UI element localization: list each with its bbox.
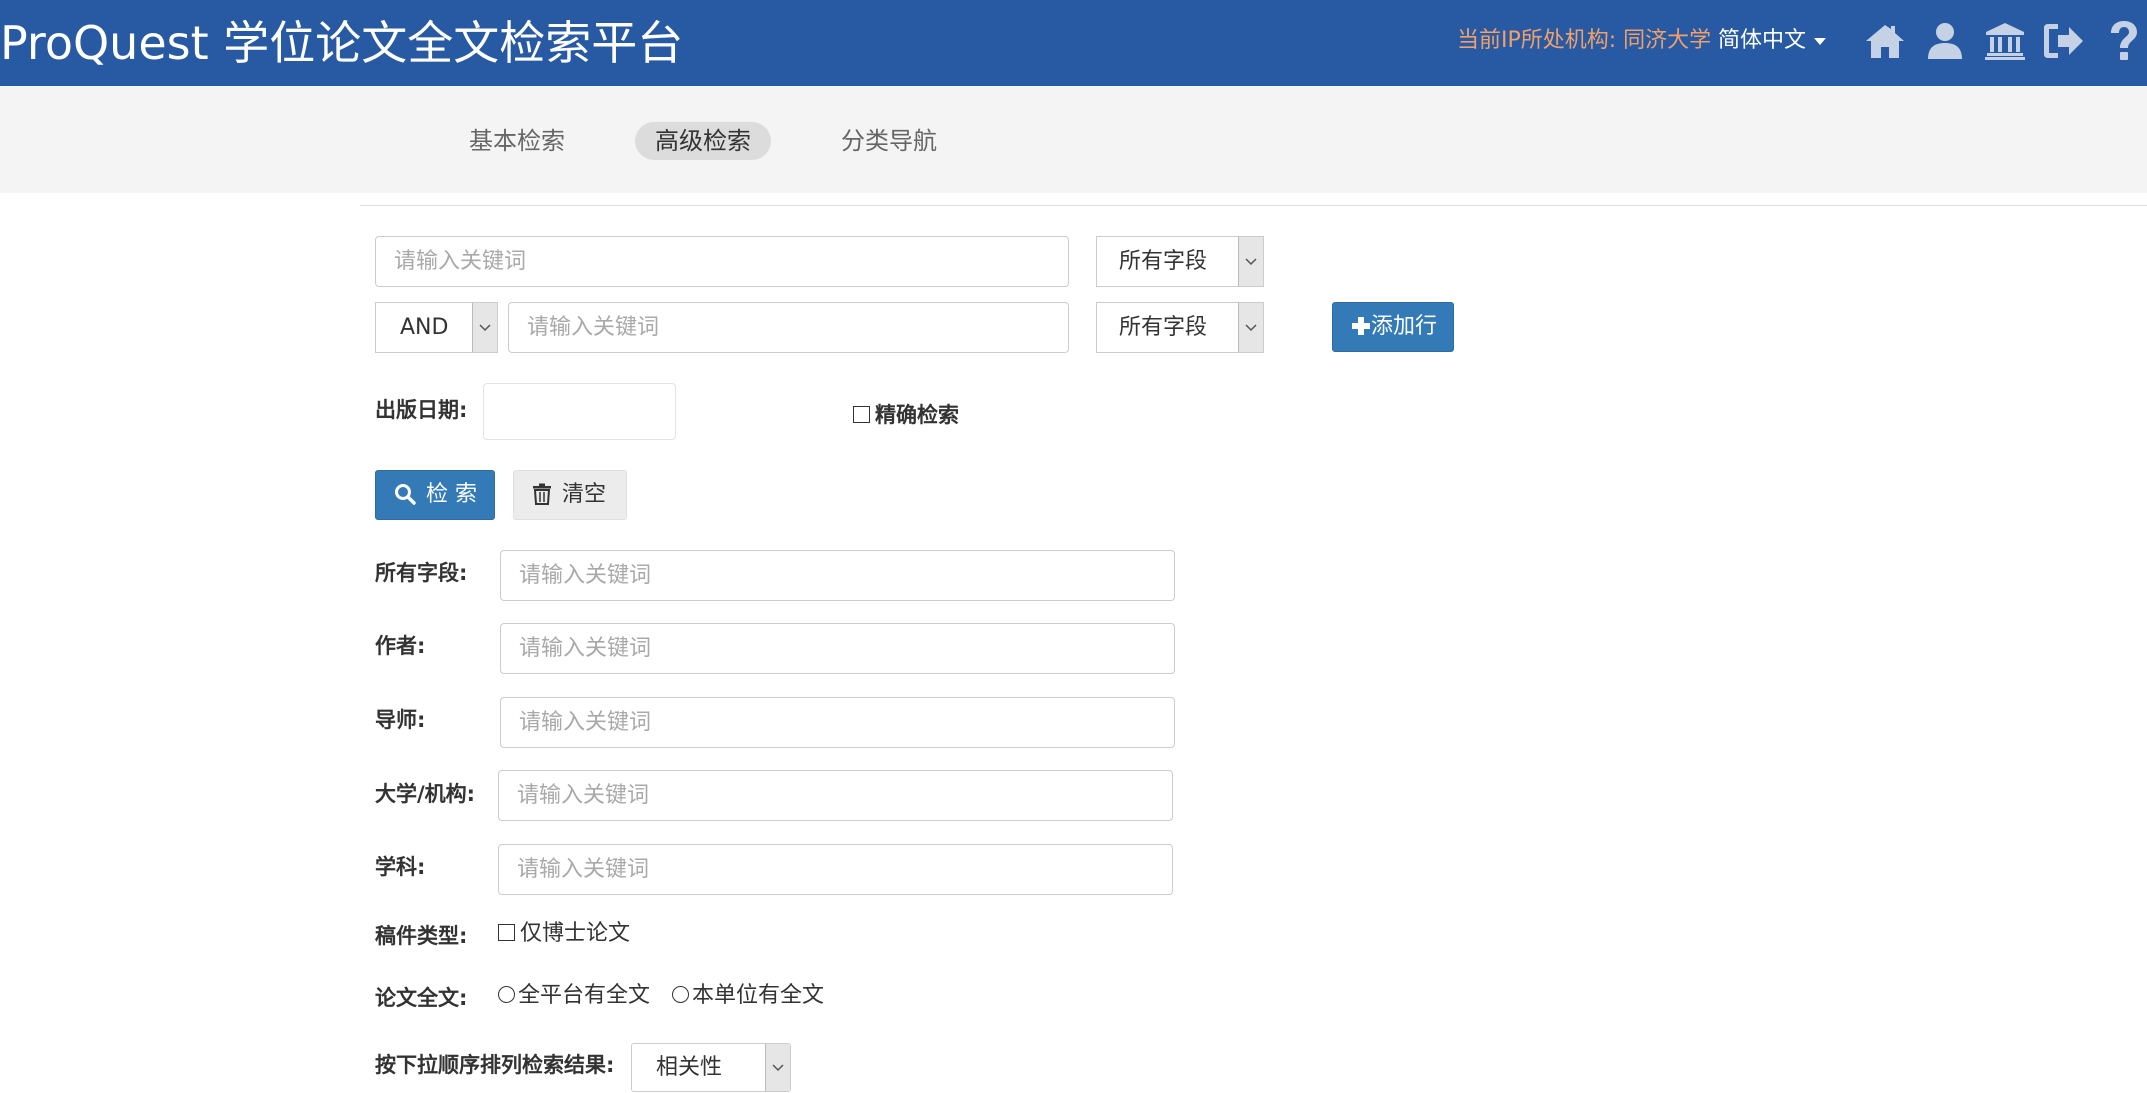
advisor-label: 导师: [375, 708, 426, 732]
fulltext-label: 论文全文: [375, 986, 468, 1010]
caret-down-icon [1814, 37, 1827, 45]
fulltext-institution-label: 本单位有全文 [692, 983, 825, 1008]
trash-icon [533, 483, 551, 505]
institution-icon[interactable] [1982, 18, 2028, 64]
clear-button-label: 清空 [562, 482, 607, 507]
exact-search-label: 精确检索 [875, 403, 959, 427]
search-button-label: 检 索 [426, 482, 477, 507]
author-label: 作者: [375, 634, 426, 658]
publish-date-input[interactable] [483, 383, 676, 440]
manuscript-type-label: 稿件类型: [375, 924, 468, 948]
ip-institution-info: 当前IP所处机构: 同济大学 [1457, 28, 1712, 53]
chevron-down-icon [1238, 237, 1263, 286]
logout-icon[interactable] [2040, 18, 2086, 64]
author-input[interactable] [500, 623, 1175, 674]
add-row-label: 添加行 [1371, 314, 1438, 339]
phd-only-label: 仅博士论文 [520, 921, 631, 946]
keyword-input-row2[interactable] [508, 302, 1069, 353]
search-icon [395, 484, 416, 505]
field-select-value: 所有字段 [1119, 315, 1208, 340]
radio-icon [498, 986, 515, 1003]
field-select-row2[interactable]: 所有字段 [1096, 302, 1264, 353]
help-icon[interactable] [2100, 18, 2146, 64]
top-header: ProQuest 学位论文全文检索平台 当前IP所处机构: 同济大学 简体中文 [0, 0, 2147, 86]
all-fields-input[interactable] [500, 550, 1175, 601]
language-label: 简体中文 [1718, 28, 1807, 53]
exact-search-checkbox[interactable]: 精确检索 [853, 400, 959, 430]
fulltext-institution-radio[interactable]: 本单位有全文 [672, 981, 824, 1011]
tab-basic-search[interactable]: 基本检索 [449, 122, 585, 160]
field-select-row1[interactable]: 所有字段 [1096, 236, 1264, 287]
university-input[interactable] [498, 770, 1173, 821]
university-label: 大学/机构: [375, 782, 476, 806]
operator-select-value: AND [400, 315, 449, 340]
tab-category-navigation[interactable]: 分类导航 [821, 122, 957, 160]
keyword-input-row1[interactable] [375, 236, 1069, 287]
advisor-input[interactable] [500, 697, 1175, 748]
all-fields-label: 所有字段: [375, 561, 468, 585]
chevron-down-icon [765, 1044, 790, 1091]
clear-button[interactable]: 清空 [513, 470, 627, 520]
fulltext-platform-radio[interactable]: 全平台有全文 [498, 981, 650, 1011]
subject-label: 学科: [375, 855, 426, 879]
fulltext-platform-label: 全平台有全文 [518, 983, 651, 1008]
user-icon[interactable] [1922, 18, 1968, 64]
plus-icon [1352, 317, 1370, 335]
phd-only-checkbox[interactable]: 仅博士论文 [498, 919, 630, 949]
operator-select-row2[interactable]: AND [375, 302, 498, 353]
checkbox-icon [498, 924, 515, 941]
sort-select[interactable]: 相关性 [631, 1043, 791, 1092]
subject-input[interactable] [498, 844, 1173, 895]
field-select-value: 所有字段 [1119, 249, 1208, 274]
home-icon[interactable] [1862, 18, 1908, 64]
app-title: ProQuest 学位论文全文检索平台 [0, 16, 684, 70]
sort-label: 按下拉顺序排列检索结果: [375, 1053, 615, 1077]
language-dropdown[interactable]: 简体中文 [1718, 26, 1827, 56]
search-button[interactable]: 检 索 [375, 470, 495, 520]
checkbox-icon [853, 406, 870, 423]
sort-select-value: 相关性 [656, 1055, 723, 1080]
add-row-button[interactable]: 添加行 [1332, 302, 1454, 352]
divider [360, 205, 2147, 206]
publish-date-label: 出版日期: [375, 398, 468, 422]
chevron-down-icon [1238, 303, 1263, 352]
radio-icon [672, 986, 689, 1003]
tab-bar: 基本检索 高级检索 分类导航 [0, 86, 2147, 193]
chevron-down-icon [472, 303, 497, 352]
tab-advanced-search[interactable]: 高级检索 [635, 122, 771, 160]
